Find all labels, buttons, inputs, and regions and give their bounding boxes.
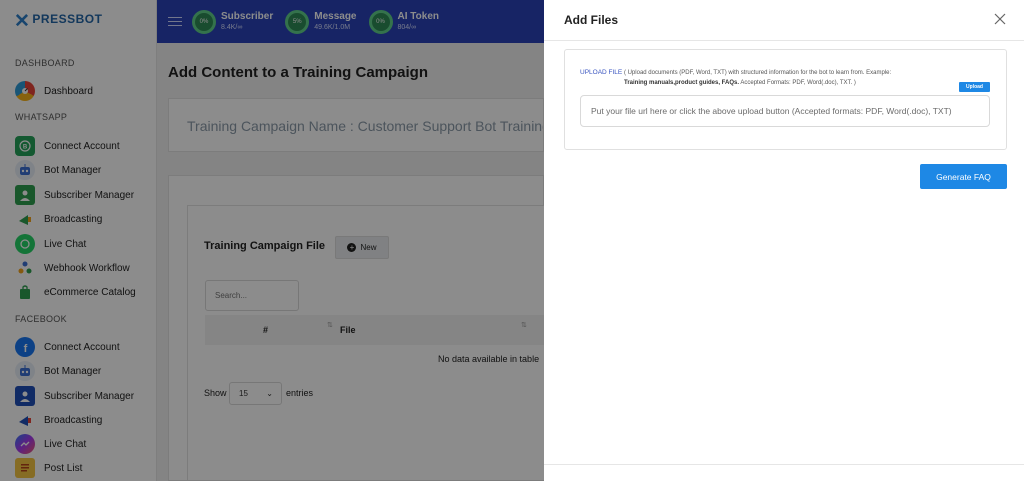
upload-help-text: ( Upload documents (PDF, Word, TXT) with…	[623, 70, 892, 76]
panel-title: Add Files	[564, 13, 619, 27]
close-icon[interactable]	[992, 11, 1008, 27]
upload-help: UPLOAD FILE ( Upload documents (PDF, Wor…	[580, 68, 990, 88]
upload-examples: Training manuals,product guides, FAQs.	[624, 80, 740, 86]
upload-label: UPLOAD FILE	[580, 69, 623, 76]
upload-formats: Accepted Formats: PDF, Word(.doc), TXT. …	[740, 80, 856, 86]
add-files-panel: Add Files UPLOAD FILE ( Upload documents…	[544, 0, 1024, 481]
upload-button[interactable]: Upload	[959, 82, 990, 92]
upload-file-card: UPLOAD FILE ( Upload documents (PDF, Wor…	[564, 49, 1007, 150]
panel-header: Add Files	[544, 0, 1024, 41]
generate-faq-button[interactable]: Generate FAQ	[920, 164, 1007, 189]
modal-backdrop[interactable]	[0, 0, 544, 481]
file-url-input[interactable]	[580, 95, 990, 127]
panel-footer-divider	[544, 464, 1024, 465]
